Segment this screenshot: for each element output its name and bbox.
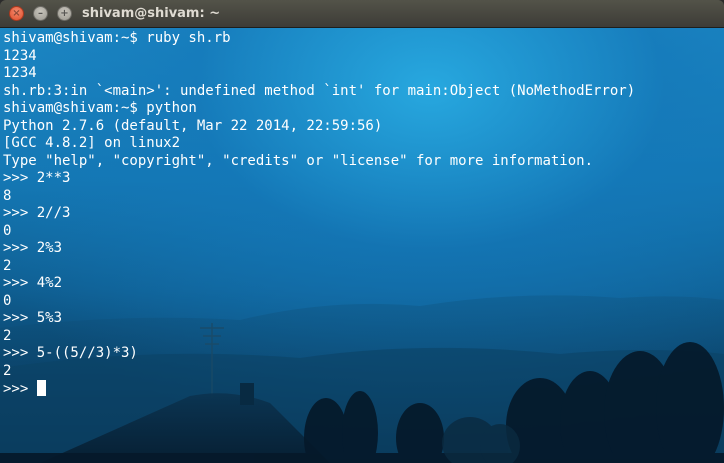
terminal-line: >>> 4%2 — [3, 275, 63, 291]
terminal-line: 2 — [3, 327, 12, 344]
python-prompt: >>> — [3, 381, 37, 397]
text-cursor — [36, 380, 46, 396]
minimize-icon[interactable]: – — [33, 6, 48, 21]
terminal-line: 0 — [3, 222, 12, 239]
terminal-line: [GCC 4.8.2] on linux2 — [3, 135, 181, 151]
terminal-line: >>> 2**3 — [3, 170, 71, 186]
terminal-line: >>> 5%3 — [3, 310, 63, 326]
terminal-line: 0 — [3, 292, 12, 309]
terminal-line: 2 — [3, 362, 12, 379]
prompt-line[interactable]: >>> — [3, 380, 635, 398]
terminal-line: 8 — [3, 187, 12, 204]
terminal-line: 2 — [3, 257, 12, 274]
terminal-line: Python 2.7.6 (default, Mar 22 2014, 22:5… — [3, 117, 383, 134]
maximize-icon[interactable]: + — [57, 6, 72, 21]
terminal-line: 1234 — [3, 65, 37, 81]
terminal-line: shivam@shivam:~$ ruby sh.rb — [3, 30, 231, 46]
terminal-line: >>> 2%3 — [3, 240, 63, 256]
title-bar[interactable]: × – + shivam@shivam: ~ — [0, 0, 724, 28]
close-icon[interactable]: × — [9, 6, 24, 21]
terminal-window: × – + shivam@shivam: ~ shivam@shivam:~$ … — [0, 0, 724, 463]
terminal-output: shivam@shivam:~$ ruby sh.rb 1234 1234 sh.rb… — [3, 30, 635, 398]
terminal-line: >>> 2//3 — [3, 205, 71, 221]
terminal-line: >>> 5-((5//3)*3) — [3, 345, 138, 361]
terminal-line: shivam@shivam:~$ python — [3, 100, 197, 116]
terminal-line: Type "help", "copyright", "credits" or "… — [3, 152, 594, 169]
window-title: shivam@shivam: ~ — [82, 6, 221, 21]
terminal-line: 1234 — [3, 47, 37, 64]
terminal-area[interactable]: shivam@shivam:~$ ruby sh.rb 1234 1234 sh.rb… — [0, 28, 724, 463]
terminal-line: sh.rb:3:in `<main>': undefined method `i… — [3, 82, 636, 99]
